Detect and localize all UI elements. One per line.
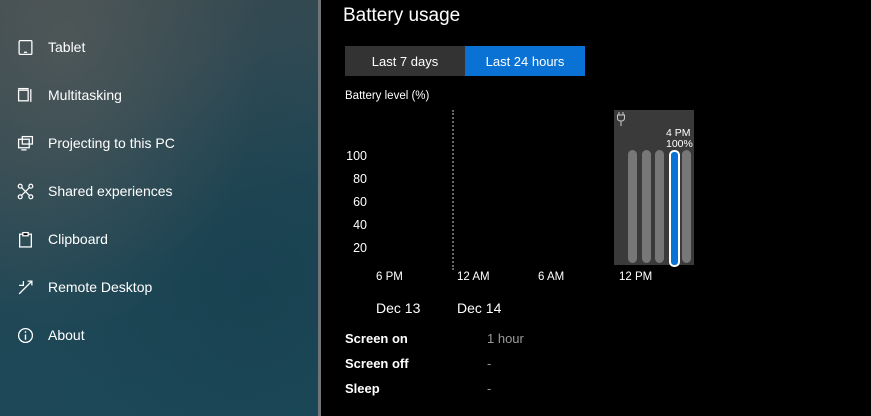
stat-value-sleep: - bbox=[487, 381, 492, 396]
sidebar-item-multitasking[interactable]: Multitasking bbox=[16, 83, 122, 107]
sidebar-item-label: Tablet bbox=[48, 39, 86, 55]
sidebar-item-label: About bbox=[48, 327, 85, 343]
multitasking-icon bbox=[16, 86, 34, 104]
shared-experiences-icon bbox=[16, 182, 34, 200]
day-separator-line bbox=[452, 110, 454, 270]
stat-label-screen-on: Screen on bbox=[345, 331, 408, 346]
stat-value-screen-on: 1 hour bbox=[487, 331, 524, 346]
page-title: Battery usage bbox=[343, 5, 461, 26]
y-axis-label: Battery level (%) bbox=[345, 90, 430, 102]
stat-label-screen-off: Screen off bbox=[345, 356, 409, 371]
tab-last-24-hours[interactable]: Last 24 hours bbox=[465, 46, 585, 76]
sidebar-item-label: Multitasking bbox=[48, 87, 122, 103]
projecting-icon bbox=[16, 134, 34, 152]
sidebar-item-about[interactable]: About bbox=[16, 323, 85, 347]
info-icon bbox=[16, 326, 34, 344]
battery-bar[interactable] bbox=[628, 150, 637, 263]
y-tick-label: 40 bbox=[353, 218, 367, 232]
sidebar-item-label: Shared experiences bbox=[48, 183, 173, 199]
x-tick-label: 12 PM bbox=[619, 271, 653, 283]
sidebar-item-label: Clipboard bbox=[48, 231, 108, 247]
plug-icon bbox=[616, 112, 626, 131]
date-label: Dec 13 bbox=[376, 300, 421, 316]
remote-desktop-icon bbox=[16, 278, 34, 296]
y-tick-label: 20 bbox=[353, 241, 367, 255]
sidebar-item-label: Projecting to this PC bbox=[48, 135, 175, 151]
battery-bar[interactable] bbox=[655, 150, 664, 263]
battery-bar-selected[interactable] bbox=[668, 150, 680, 267]
y-tick-label: 60 bbox=[353, 195, 367, 209]
sidebar-item-clipboard[interactable]: Clipboard bbox=[16, 227, 108, 251]
x-tick-label: 6 AM bbox=[538, 271, 565, 283]
selected-bar-value: 100% bbox=[666, 138, 693, 150]
x-tick-label: 12 AM bbox=[457, 271, 490, 283]
tab-last-7-days[interactable]: Last 7 days bbox=[345, 46, 465, 76]
x-tick-label: 6 PM bbox=[376, 271, 403, 283]
clipboard-icon bbox=[16, 230, 34, 248]
battery-bar[interactable] bbox=[682, 150, 691, 263]
y-tick-label: 100 bbox=[346, 149, 367, 163]
stat-value-screen-off: - bbox=[487, 356, 492, 371]
sidebar: Tablet Multitasking Projecting to this P… bbox=[0, 0, 318, 416]
sidebar-item-remote-desktop[interactable]: Remote Desktop bbox=[16, 275, 152, 299]
date-label: Dec 14 bbox=[457, 300, 502, 316]
y-tick-label: 80 bbox=[353, 172, 367, 186]
sidebar-item-label: Remote Desktop bbox=[48, 279, 153, 295]
tablet-icon bbox=[16, 38, 34, 56]
sidebar-item-shared-experiences[interactable]: Shared experiences bbox=[16, 179, 173, 203]
stat-label-sleep: Sleep bbox=[345, 381, 380, 396]
sidebar-item-projecting[interactable]: Projecting to this PC bbox=[16, 131, 175, 155]
main-pane: Battery usage Last 7 days Last 24 hours … bbox=[321, 0, 871, 416]
battery-bar[interactable] bbox=[641, 150, 651, 263]
sidebar-item-tablet[interactable]: Tablet bbox=[16, 35, 85, 59]
